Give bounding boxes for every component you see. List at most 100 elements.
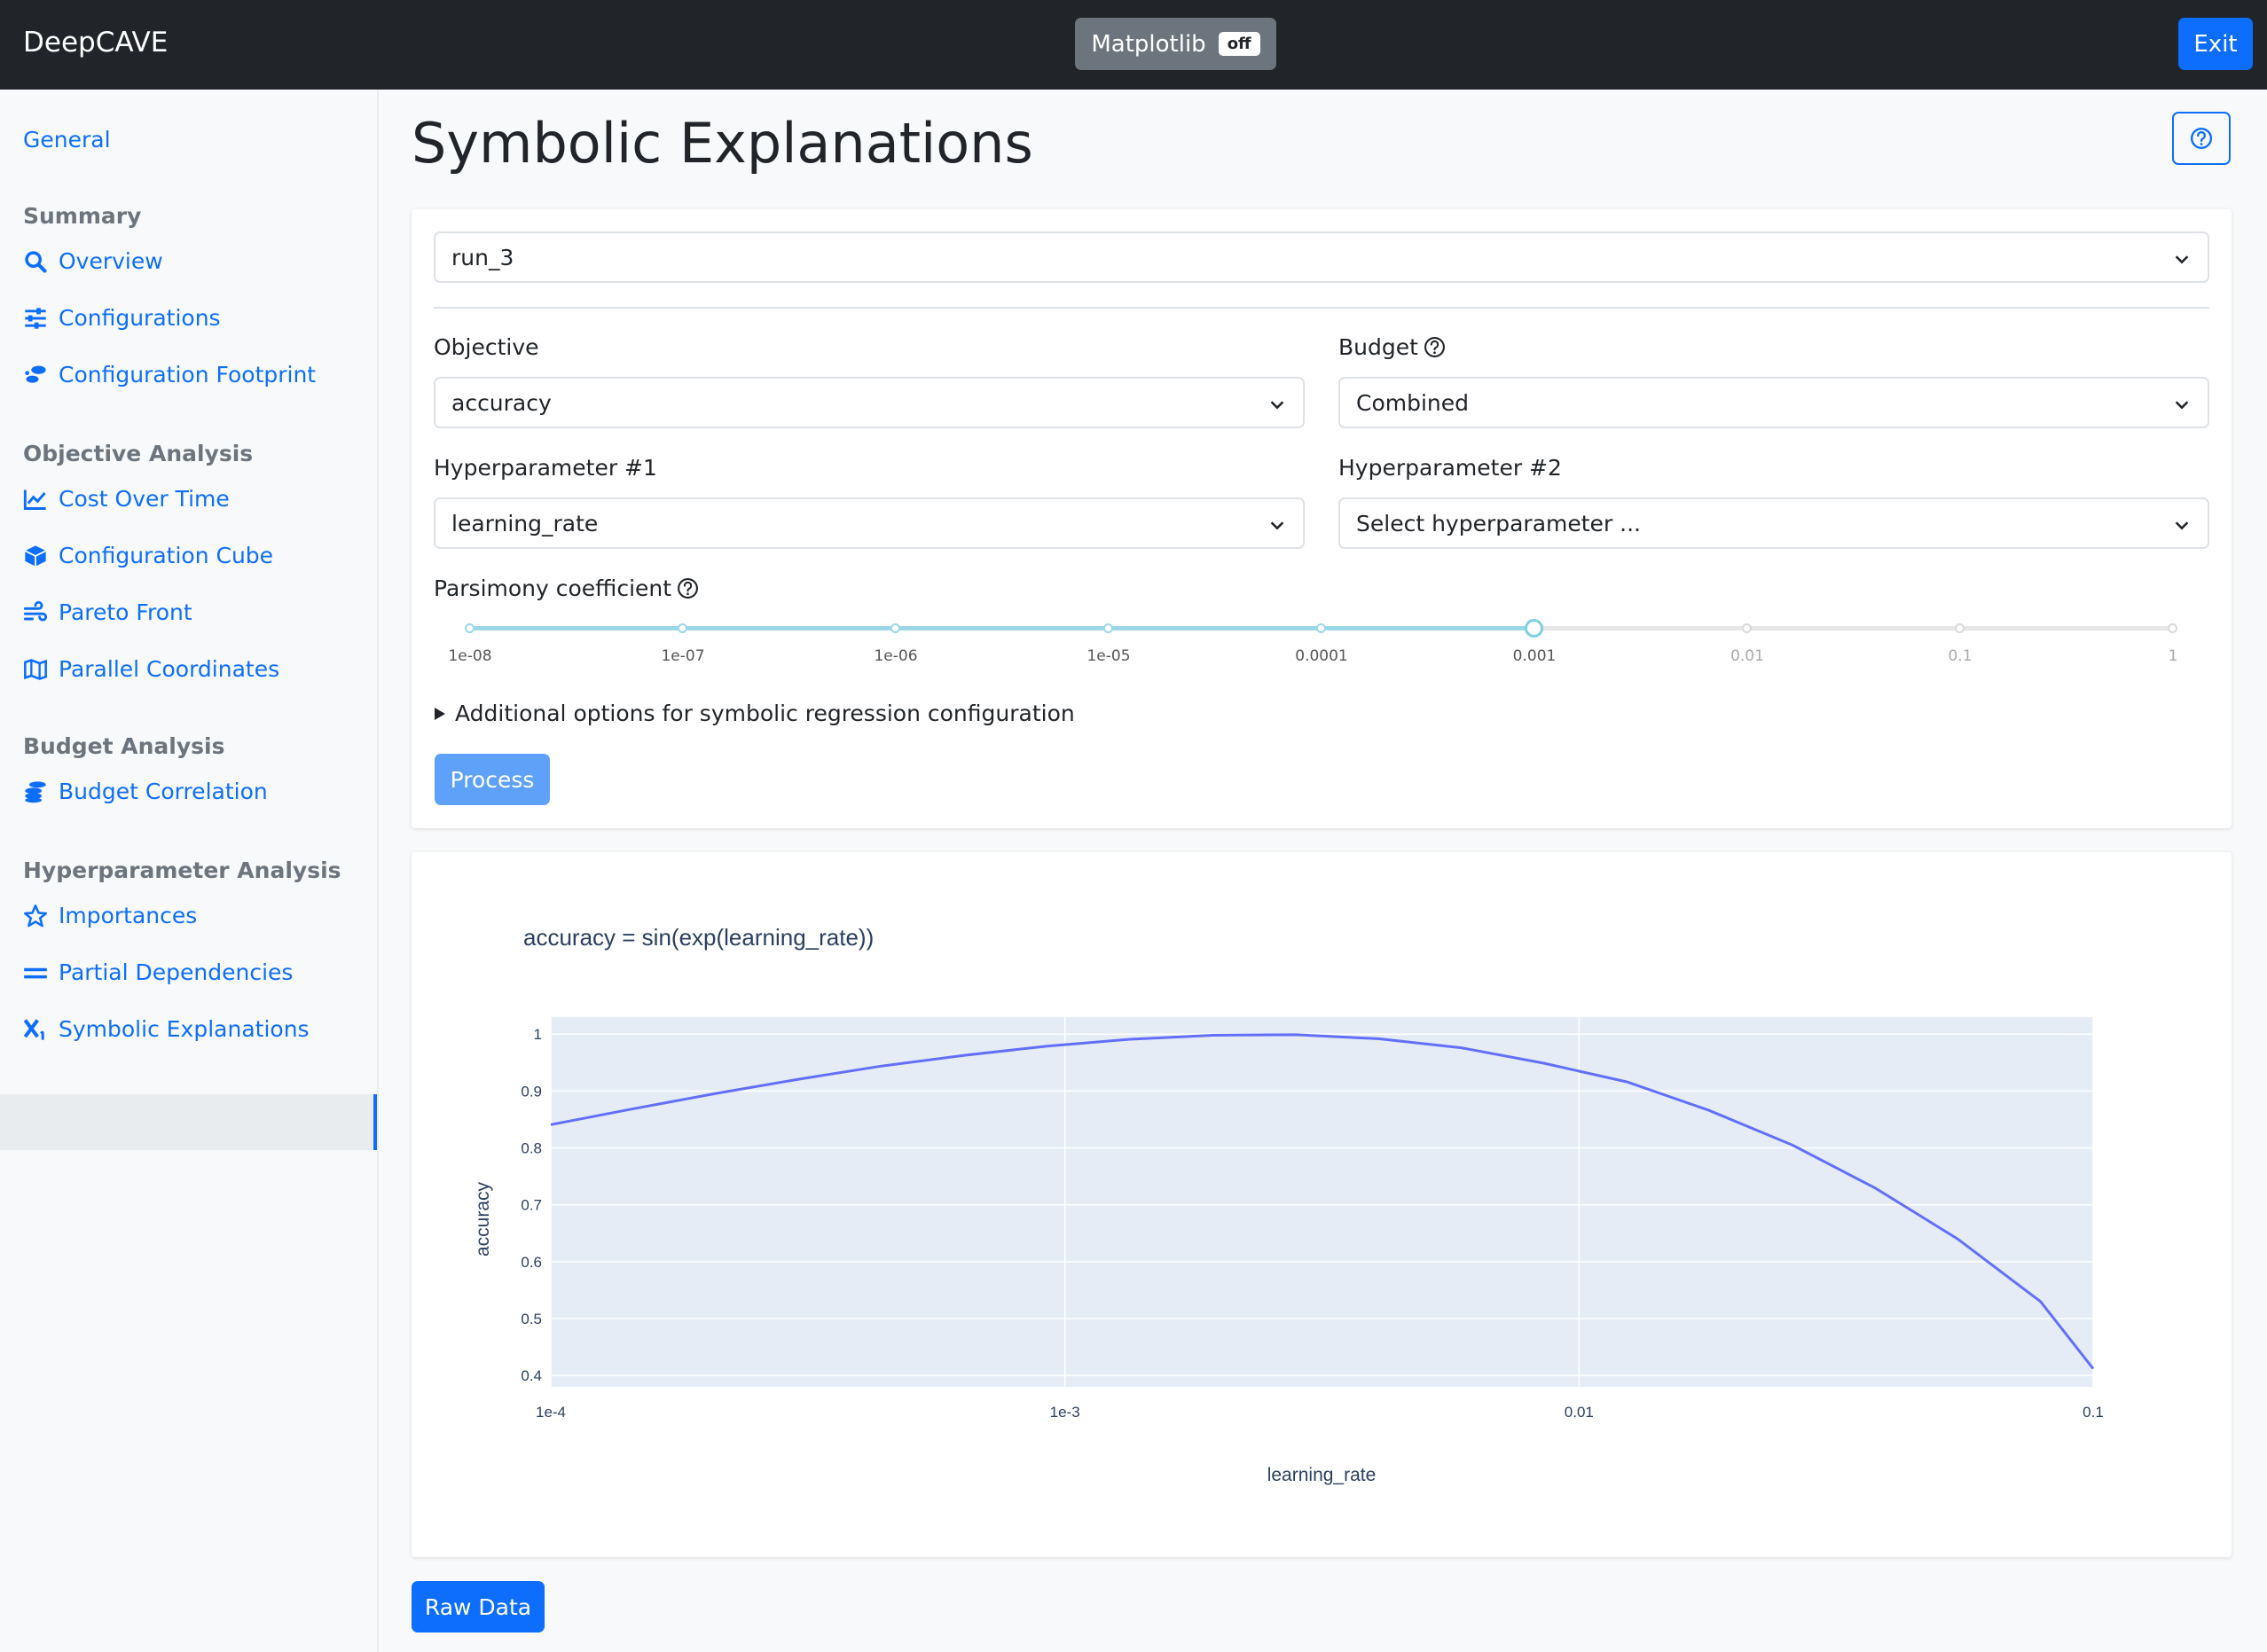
sidebar-item-importances[interactable]: Importances [23, 903, 197, 928]
x-tick-label: 0.01 [1565, 1404, 1594, 1421]
x-axis-title: learning_rate [1267, 1465, 1377, 1485]
slider-tick-label[interactable]: 1e-08 [448, 647, 491, 665]
x-tick-label: 1e-3 [1050, 1404, 1080, 1421]
chevron-down-icon [2175, 401, 2189, 410]
sidebar-item-pareto-front[interactable]: Pareto Front [23, 599, 192, 625]
sidebar-item-label: General [23, 127, 111, 153]
cube-icon [24, 544, 47, 567]
wind-icon [23, 600, 48, 622]
y-tick-label: 0.7 [521, 1197, 542, 1214]
chevron-down-icon [1270, 401, 1284, 410]
slider-step-dot[interactable] [1103, 623, 1113, 633]
sidebar-item-budget-correlation[interactable]: Budget Correlation [23, 779, 268, 804]
slider-tick-label[interactable]: 1 [2169, 647, 2178, 665]
objective-label-text: Objective [434, 334, 539, 360]
sidebar-section-budget-analysis: Budget Analysis [23, 733, 225, 759]
slider-tick-label[interactable]: 0.01 [1730, 647, 1764, 665]
sidebar-item-label: Pareto Front [59, 599, 192, 625]
slider-tick-label[interactable]: 0.1 [1948, 647, 1972, 665]
x-tick-label: 1e-4 [536, 1404, 566, 1421]
slider-tick-label[interactable]: 1e-07 [661, 647, 704, 665]
sidebar-item-overview[interactable]: Overview [23, 248, 163, 274]
question-circle-icon[interactable] [677, 577, 699, 599]
sidebar-active-highlight [0, 1094, 377, 1150]
exit-button[interactable]: Exit [2178, 18, 2253, 70]
objective-label: Objective [434, 334, 539, 360]
budget-label-text: Budget [1338, 334, 1418, 360]
caret-right-icon [435, 707, 445, 720]
symbolic-explanation-chart[interactable]: accuracy = sin(exp(learning_rate)) 0.4 0.… [412, 854, 2232, 1559]
slider-step-dot[interactable] [2168, 623, 2177, 633]
plot-area [551, 1017, 2093, 1387]
sidebar-item-cost-over-time[interactable]: Cost Over Time [23, 486, 230, 512]
hyperparameter-1-select-value: learning_rate [451, 510, 599, 536]
sidebar-item-label: Configurations [59, 305, 221, 331]
matplotlib-toggle-button[interactable]: Matplotlib off [1075, 18, 1276, 70]
y-tick-label: 0.5 [521, 1311, 542, 1327]
sidebar-item-label: Configuration Footprint [59, 362, 317, 388]
y-tick-label: 0.4 [521, 1367, 542, 1384]
hyperparameter-1-label: Hyperparameter #1 [434, 455, 657, 481]
sidebar-item-symbolic-explanations[interactable]: Symbolic Explanations [23, 1016, 310, 1042]
question-circle-icon[interactable] [1424, 336, 1446, 358]
page-title: Symbolic Explanations [412, 111, 1033, 176]
y-axis-title: accuracy [473, 1181, 493, 1257]
top-navbar: DeepCAVE Matplotlib off Exit [0, 0, 2267, 90]
help-button[interactable] [2172, 112, 2231, 165]
raw-data-button[interactable]: Raw Data [412, 1581, 545, 1632]
budget-select[interactable]: Combined [1338, 377, 2209, 428]
line-chart-icon [23, 489, 46, 510]
additional-options-toggle[interactable]: Additional options for symbolic regressi… [434, 701, 1075, 726]
chart-title: accuracy = sin(exp(learning_rate)) [523, 924, 874, 951]
slider-tick-label[interactable]: 0.001 [1513, 647, 1557, 665]
hyperparameter-2-select-placeholder: Select hyperparameter ... [1356, 510, 1642, 536]
sidebar-item-configuration-cube[interactable]: Configuration Cube [23, 543, 273, 568]
sidebar-item-partial-dependencies[interactable]: Partial Dependencies [23, 959, 293, 985]
slider-step-dot[interactable] [465, 623, 475, 633]
subscript-x-icon [23, 1018, 44, 1040]
slider-step-dot[interactable] [678, 623, 687, 633]
divider [434, 307, 2209, 309]
hyperparameter-1-label-text: Hyperparameter #1 [434, 455, 657, 481]
sidebar-item-configurations[interactable]: Configurations [23, 305, 221, 331]
coins-icon [25, 780, 46, 803]
y-tick-label: 1 [534, 1026, 542, 1043]
app-brand[interactable]: DeepCAVE [23, 27, 168, 59]
y-tick-label: 0.9 [521, 1083, 542, 1100]
search-icon [25, 250, 47, 273]
hyperparameter-2-select[interactable]: Select hyperparameter ... [1338, 497, 2209, 549]
sidebar-item-configuration-footprint[interactable]: Configuration Footprint [23, 362, 316, 388]
hyperparameter-2-label: Hyperparameter #2 [1338, 455, 1562, 481]
parsimony-label: Parsimony coefficient [434, 575, 699, 601]
chevron-down-icon [2175, 255, 2189, 264]
slider-handle[interactable] [1525, 619, 1543, 638]
slider-step-dot[interactable] [890, 623, 900, 633]
sidebar-item-label: Importances [59, 903, 198, 928]
slider-tick-label[interactable]: 0.0001 [1295, 647, 1347, 665]
sliders-icon [25, 307, 46, 329]
sidebar-section-hyperparameter-analysis: Hyperparameter Analysis [23, 857, 341, 883]
process-button[interactable]: Process [435, 754, 550, 805]
sidebar: General Summary Overview Configurations … [0, 90, 379, 1652]
sidebar-item-general[interactable]: General [23, 127, 111, 153]
sidebar-item-label: Symbolic Explanations [59, 1016, 310, 1042]
sidebar-item-label: Cost Over Time [59, 486, 230, 512]
y-tick-label: 0.8 [521, 1140, 542, 1157]
additional-options-label: Additional options for symbolic regressi… [455, 701, 1075, 726]
slider-tick-label[interactable]: 1e-05 [1086, 647, 1130, 665]
sidebar-item-label: Configuration Cube [59, 543, 274, 568]
sidebar-item-parallel-coordinates[interactable]: Parallel Coordinates [23, 656, 279, 682]
chevron-down-icon [2175, 521, 2189, 530]
slider-step-dot[interactable] [1955, 623, 1965, 633]
objective-select-value: accuracy [451, 389, 552, 416]
slider-step-dot[interactable] [1742, 623, 1752, 633]
slider-tick-label[interactable]: 1e-06 [874, 647, 917, 665]
sidebar-item-label: Budget Correlation [59, 779, 268, 804]
slider-step-dot[interactable] [1316, 623, 1326, 633]
objective-select[interactable]: accuracy [434, 377, 1305, 428]
chevron-down-icon [1270, 521, 1284, 530]
hyperparameter-1-select[interactable]: learning_rate [434, 497, 1305, 549]
footprint-icon [25, 365, 46, 383]
sidebar-item-label: Overview [59, 248, 163, 274]
run-select[interactable]: run_3 [434, 231, 2209, 283]
